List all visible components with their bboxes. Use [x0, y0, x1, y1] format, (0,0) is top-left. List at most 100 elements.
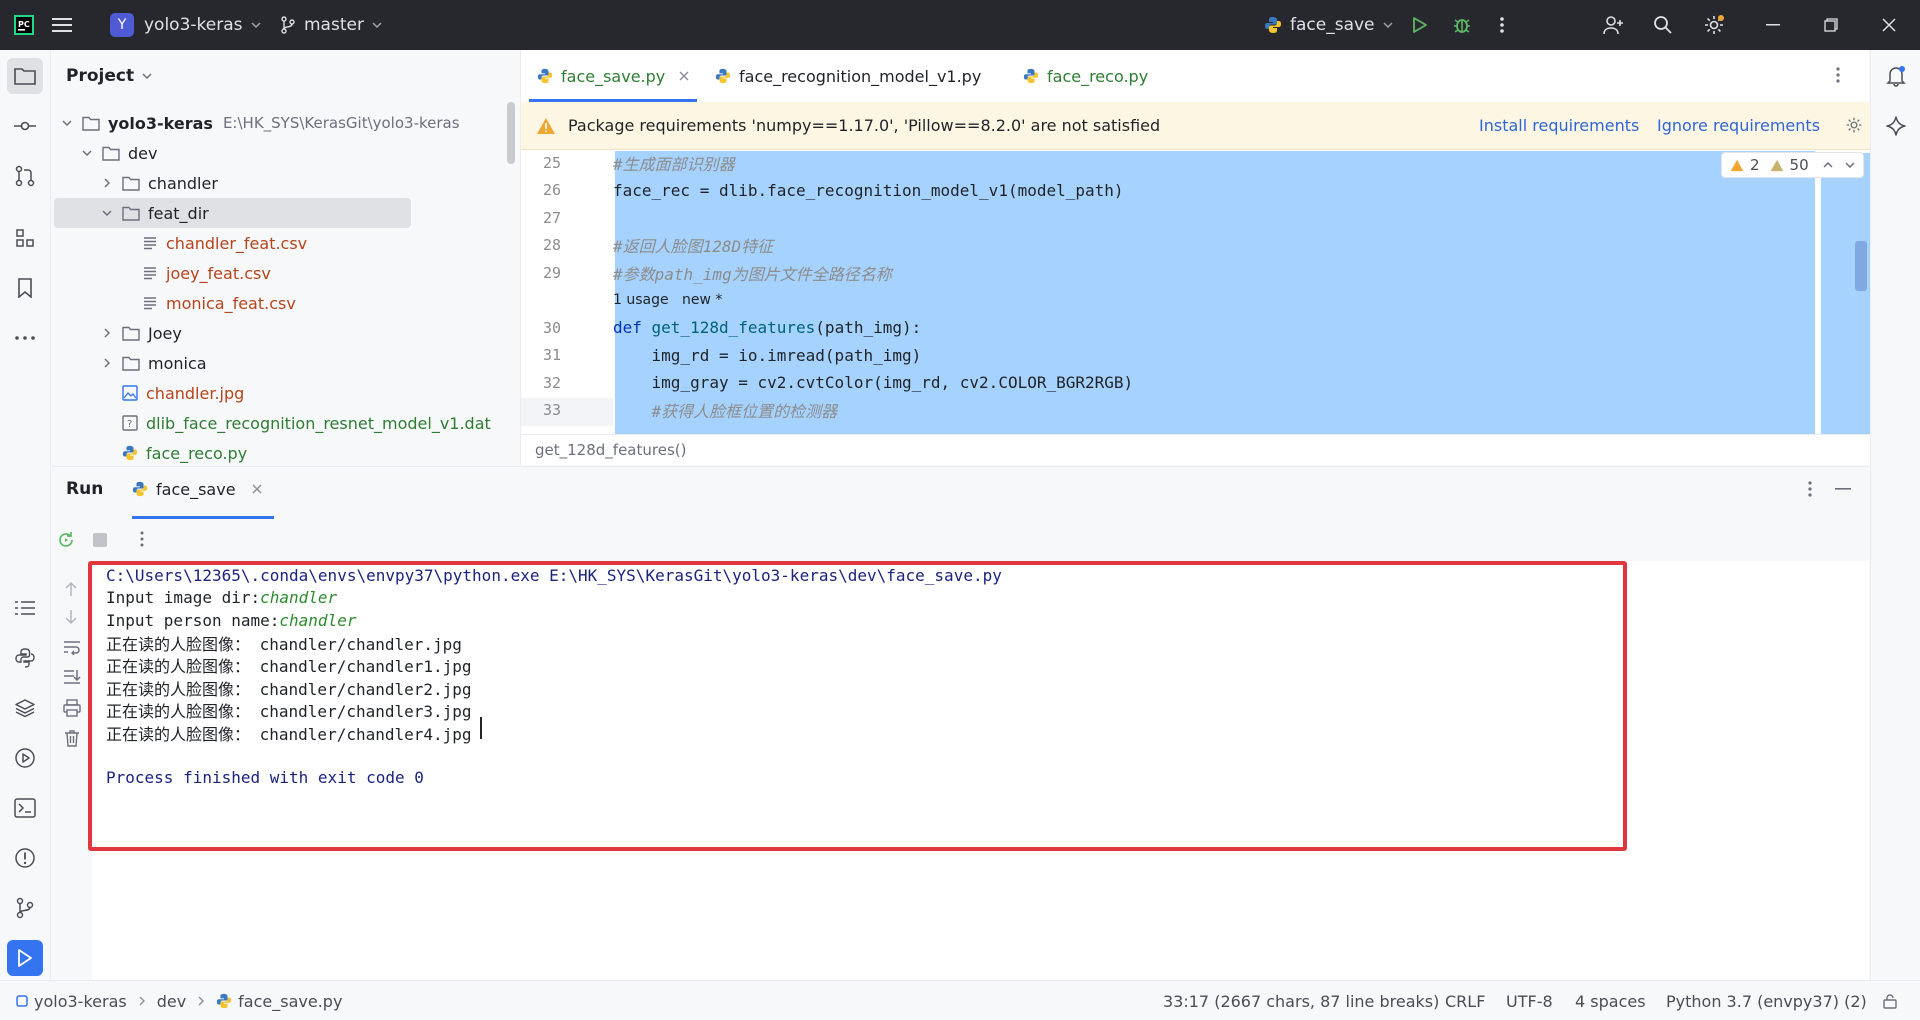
tree-item[interactable]: chandler_feat.csv: [52, 228, 519, 258]
line-number: 29: [542, 263, 561, 282]
app-logo-icon[interactable]: PC: [14, 0, 34, 50]
tree-item[interactable]: ? dlib_face_recognition_resnet_model_v1.d…: [52, 408, 519, 438]
function-name: get_128d_features: [651, 318, 816, 338]
status-crumb-folder[interactable]: dev: [157, 992, 186, 1011]
status-crumb-project[interactable]: yolo3-keras: [34, 992, 127, 1011]
chevron-right-icon[interactable]: [100, 328, 114, 338]
run-config-selector[interactable]: face_save: [1264, 0, 1393, 50]
python-packages-icon[interactable]: [7, 690, 43, 726]
readonly-lock-icon[interactable]: [1882, 981, 1898, 1020]
line-separator[interactable]: CRLF: [1445, 981, 1485, 1020]
tree-item[interactable]: face_reco.py: [52, 438, 519, 468]
tree-item[interactable]: Joey: [52, 318, 519, 348]
editor-scrollbar-thumb[interactable]: [1855, 241, 1867, 291]
editor-tab[interactable]: face_save.py: [529, 50, 698, 102]
status-crumb-file[interactable]: face_save.py: [238, 992, 342, 1011]
code-line: 27: [521, 204, 1870, 232]
todo-list-icon[interactable]: [7, 590, 43, 626]
more-tools-icon[interactable]: [7, 320, 43, 356]
search-icon[interactable]: [1653, 0, 1673, 50]
restore-icon[interactable]: [1824, 0, 1838, 50]
code-lines: 25 #生成面部识别器 26 face_rec = dlib.face_recogni…: [521, 151, 1870, 434]
folder-icon: [102, 146, 120, 161]
problems-icon[interactable]: [7, 840, 43, 876]
chevron-down-icon[interactable]: [80, 150, 94, 156]
chevron-right-icon[interactable]: [100, 178, 114, 188]
caret-position[interactable]: 33:17 (2667 chars, 87 line breaks): [1163, 981, 1439, 1020]
run-toolbar-more-icon[interactable]: [140, 531, 144, 547]
close-tab-icon[interactable]: [679, 71, 689, 81]
editor-tab[interactable]: face_recognition_model_v1.py: [715, 50, 981, 102]
folder-icon: [122, 206, 140, 221]
editor-tabs: face_save.py face_recognition_model_v1.py…: [521, 50, 1870, 102]
more-actions-icon[interactable]: [1500, 0, 1504, 50]
tree-item[interactable]: feat_dir: [54, 198, 411, 228]
soft-wrap-icon[interactable]: [63, 639, 81, 655]
ignore-requirements-link[interactable]: Ignore requirements: [1657, 116, 1820, 135]
scroll-down-icon[interactable]: [64, 609, 78, 625]
tree-item[interactable]: monica: [52, 348, 519, 378]
run-tool-icon[interactable]: [7, 940, 43, 976]
rerun-icon[interactable]: [57, 531, 75, 549]
python-console-icon[interactable]: [7, 640, 43, 676]
code-breadcrumb[interactable]: get_128d_features(): [521, 434, 1870, 465]
main-menu-icon[interactable]: [52, 0, 72, 50]
tree-item[interactable]: joey_feat.csv: [52, 258, 519, 288]
project-switcher[interactable]: Y yolo3-keras: [110, 0, 261, 50]
editor-tabs-more-icon[interactable]: [1836, 66, 1840, 84]
settings-icon[interactable]: [1703, 0, 1725, 50]
hide-panel-icon[interactable]: [1835, 488, 1851, 490]
install-requirements-link[interactable]: Install requirements: [1479, 116, 1639, 135]
pull-requests-icon[interactable]: [7, 158, 43, 194]
stop-icon[interactable]: [93, 533, 107, 547]
console-output[interactable]: C:\Users\12365\.conda\envs\envpy37\pytho…: [88, 561, 1869, 981]
tree-scrollbar[interactable]: [507, 102, 515, 164]
run-tab[interactable]: face_save: [132, 467, 262, 511]
project-panel-header[interactable]: Project: [66, 50, 152, 102]
debug-icon[interactable]: [1452, 0, 1472, 50]
code-line: 25 #生成面部识别器: [521, 151, 1870, 177]
run-icon[interactable]: [1410, 0, 1428, 50]
git-icon[interactable]: [7, 890, 43, 926]
bookmarks-icon[interactable]: [7, 270, 43, 306]
notifications-icon[interactable]: [1878, 58, 1914, 94]
editor-tab[interactable]: face_reco.py: [1023, 50, 1148, 102]
close-tab-icon[interactable]: [252, 484, 262, 494]
indent-setting[interactable]: 4 spaces: [1575, 981, 1646, 1020]
chevron-down-icon[interactable]: [1845, 162, 1855, 168]
code-area[interactable]: 25 #生成面部识别器 26 face_rec = dlib.face_recogni…: [521, 151, 1870, 434]
run-toolbar: [52, 519, 1869, 561]
ai-assistant-icon[interactable]: [1878, 108, 1914, 144]
add-user-icon[interactable]: [1602, 0, 1624, 50]
tree-item-label: chandler.jpg: [146, 383, 245, 403]
line-number: 30: [542, 318, 561, 337]
clear-console-icon[interactable]: [64, 729, 80, 747]
run-panel-more-icon[interactable]: [1808, 480, 1812, 498]
inspection-widget[interactable]: 2 50: [1721, 152, 1864, 178]
chevron-down-icon[interactable]: [100, 210, 114, 216]
commit-tool-icon[interactable]: [7, 108, 43, 144]
chevron-right-icon[interactable]: [100, 358, 114, 368]
tree-item[interactable]: chandler.jpg: [52, 378, 519, 408]
branch-switcher[interactable]: master: [280, 0, 382, 50]
tree-item[interactable]: monica_feat.csv: [52, 288, 519, 318]
scroll-up-icon[interactable]: [64, 581, 78, 597]
print-icon[interactable]: [63, 699, 81, 717]
chevron-up-icon[interactable]: [1823, 162, 1833, 168]
services-icon[interactable]: [7, 740, 43, 776]
scroll-to-end-icon[interactable]: [63, 669, 81, 685]
code-rest: (path_img):: [815, 318, 922, 338]
tree-item[interactable]: yolo3-keras E:\HK_SYS\KerasGit\yolo3-kera…: [52, 108, 519, 138]
banner-settings-icon[interactable]: [1845, 116, 1863, 134]
close-icon[interactable]: [1882, 0, 1896, 50]
minimize-icon[interactable]: [1766, 0, 1780, 50]
chevron-down-icon[interactable]: [60, 120, 74, 126]
tree-item[interactable]: chandler: [52, 168, 519, 198]
file-encoding[interactable]: UTF-8: [1506, 981, 1553, 1020]
structure-tool-icon[interactable]: [7, 220, 43, 256]
terminal-icon[interactable]: [7, 790, 43, 826]
project-tool-icon[interactable]: [7, 58, 43, 94]
usage-hint[interactable]: 1 usage new *: [521, 287, 1870, 315]
python-interpreter[interactable]: Python 3.7 (envpy37) (2): [1666, 981, 1867, 1020]
tree-item[interactable]: dev: [52, 138, 519, 168]
